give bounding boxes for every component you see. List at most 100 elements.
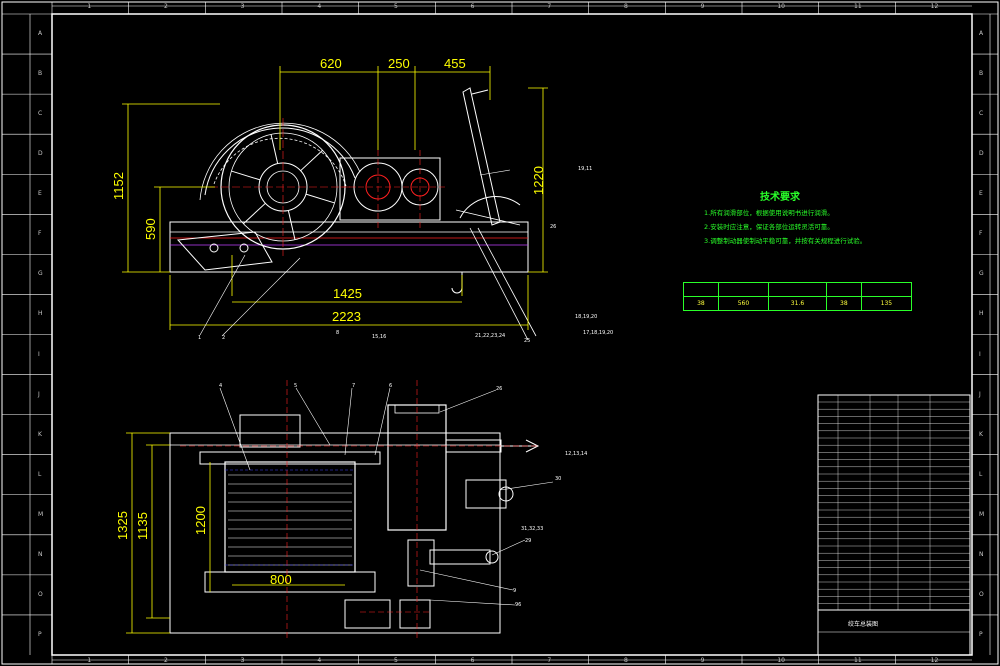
zone-label-top: 11 — [854, 3, 862, 10]
zone-label-right: M — [979, 510, 985, 518]
zone-label-right: B — [979, 70, 984, 78]
balloon-b1: 1 — [198, 335, 201, 341]
zone-label-right: K — [979, 430, 983, 438]
balloon-b3: 4 — [219, 383, 222, 389]
zone-label-right: I — [979, 350, 981, 358]
spec-value: 38 — [825, 296, 862, 311]
balloon-b8: 30 — [555, 476, 561, 482]
spec-value: 560 — [717, 296, 770, 311]
drawing-name: 绞车总装图 — [848, 620, 878, 628]
zone-label-top: 4 — [317, 3, 322, 10]
spec-value-row: 38 560 31.6 38 135 — [683, 296, 913, 311]
balloon-b12: 19,11 — [578, 166, 592, 172]
balloon-b11: 96 — [515, 602, 521, 608]
zone-label-left: L — [38, 470, 42, 478]
zone-label-right: J — [979, 390, 981, 398]
zone-label-left: B — [38, 70, 43, 78]
zone-label-right: N — [979, 550, 984, 558]
balloon-b21: 8 — [336, 330, 339, 336]
zone-label-right: D — [979, 150, 984, 158]
spec-header — [768, 282, 827, 297]
zone-label-bottom: 4 — [317, 657, 322, 664]
dim-250: 250 — [388, 56, 410, 71]
dim-455: 455 — [444, 56, 466, 71]
balloon-b2: 2 — [222, 335, 225, 341]
dim-800: 800 — [270, 572, 292, 587]
zone-label-top: 10 — [777, 3, 785, 10]
zone-label-left: J — [38, 390, 40, 398]
brake-lever — [462, 87, 501, 226]
zone-label-bottom: 8 — [624, 657, 628, 664]
spec-header — [717, 282, 770, 297]
dim-1152: 1152 — [111, 172, 126, 200]
spec-value: 135 — [860, 296, 913, 311]
balloon-b18: 15,16 — [372, 334, 386, 340]
front-view: 620 250 455 1152 590 1220 1425 2223 — [111, 56, 548, 341]
zone-label-bottom: 6 — [470, 657, 475, 664]
dim-2223: 2223 — [332, 309, 361, 324]
dim-1135: 1135 — [135, 512, 150, 540]
balloon-b9: 29 — [525, 538, 531, 544]
zone-label-bottom: 1 — [87, 657, 92, 664]
spec-table: 38 560 31.6 38 135 — [683, 282, 913, 311]
tech-note-3: 3.调整制动器使制动平稳可靠，并按有关规程进行试验。 — [704, 237, 867, 245]
zone-label-left: A — [38, 30, 43, 38]
dim-1425: 1425 — [333, 286, 362, 301]
zone-label-bottom: 12 — [930, 657, 939, 664]
zone-label-right: E — [979, 190, 983, 198]
zone-label-bottom: 2 — [164, 657, 168, 664]
zone-label-right: H — [979, 310, 984, 318]
tech-requirements-title: 技术要求 — [760, 192, 800, 203]
balloon-b10: 9 — [513, 588, 516, 594]
zone-label-right: C — [979, 110, 984, 118]
zone-label-top: 8 — [624, 3, 628, 10]
drum — [224, 461, 356, 573]
balloon-b20: 12,13,14 — [565, 451, 587, 457]
zone-label-left: D — [38, 150, 43, 158]
tech-note-1: 1.所有润滑部位，根据使用说明书进行润滑。 — [704, 209, 834, 217]
zone-label-bottom: 10 — [777, 657, 785, 664]
base-frame — [169, 221, 529, 273]
zone-label-left: N — [38, 550, 43, 558]
spec-header-row — [683, 282, 913, 297]
zone-label-bottom: 5 — [394, 657, 398, 664]
zone-label-right: L — [979, 470, 983, 478]
zone-label-left: P — [38, 630, 42, 638]
zone-label-top: 7 — [547, 3, 552, 10]
cad-drawing: 620 250 455 1152 590 1220 1425 2223 1325… — [1, 1, 999, 665]
zone-label-right: G — [979, 270, 984, 278]
zone-label-right: A — [979, 30, 984, 38]
balloon-b16: 26 — [550, 224, 556, 230]
zone-label-bottom: 7 — [547, 657, 552, 664]
zone-label-left: I — [38, 350, 40, 358]
spec-header — [683, 282, 719, 297]
zone-label-left: K — [38, 430, 42, 438]
spec-value: 31.6 — [768, 296, 827, 311]
zone-label-top: 2 — [164, 3, 168, 10]
zone-label-right: O — [979, 590, 984, 598]
zone-label-left: C — [38, 110, 43, 118]
zone-label-bottom: 3 — [240, 657, 245, 664]
balloon-b4: 5 — [294, 383, 297, 389]
zone-label-right: P — [979, 630, 983, 638]
zone-label-left: E — [38, 190, 42, 198]
plan-base — [169, 432, 501, 634]
balloon-b17: 17,18,19,20 — [583, 330, 613, 336]
zone-label-left: G — [38, 270, 43, 278]
balloon-b19: 31,32,33 — [521, 526, 543, 532]
balloon-b6: 6 — [389, 383, 392, 389]
balloon-b14: 21,22,23,24 — [475, 333, 505, 339]
zone-label-left: M — [38, 510, 44, 518]
spec-header — [825, 282, 862, 297]
balloon-b13: 18,19,20 — [575, 314, 597, 320]
dim-620: 620 — [320, 56, 342, 71]
zone-label-top: 1 — [87, 3, 92, 10]
balloon-b15: 25 — [524, 338, 530, 344]
zone-label-left: H — [38, 310, 43, 318]
plan-view: 1325 1135 1200 800 — [115, 380, 540, 640]
zone-label-top: 5 — [394, 3, 398, 10]
dim-590: 590 — [143, 218, 158, 240]
dim-1200: 1200 — [193, 506, 208, 535]
balloon-b5: 7 — [352, 383, 355, 389]
zone-label-top: 6 — [470, 3, 475, 10]
